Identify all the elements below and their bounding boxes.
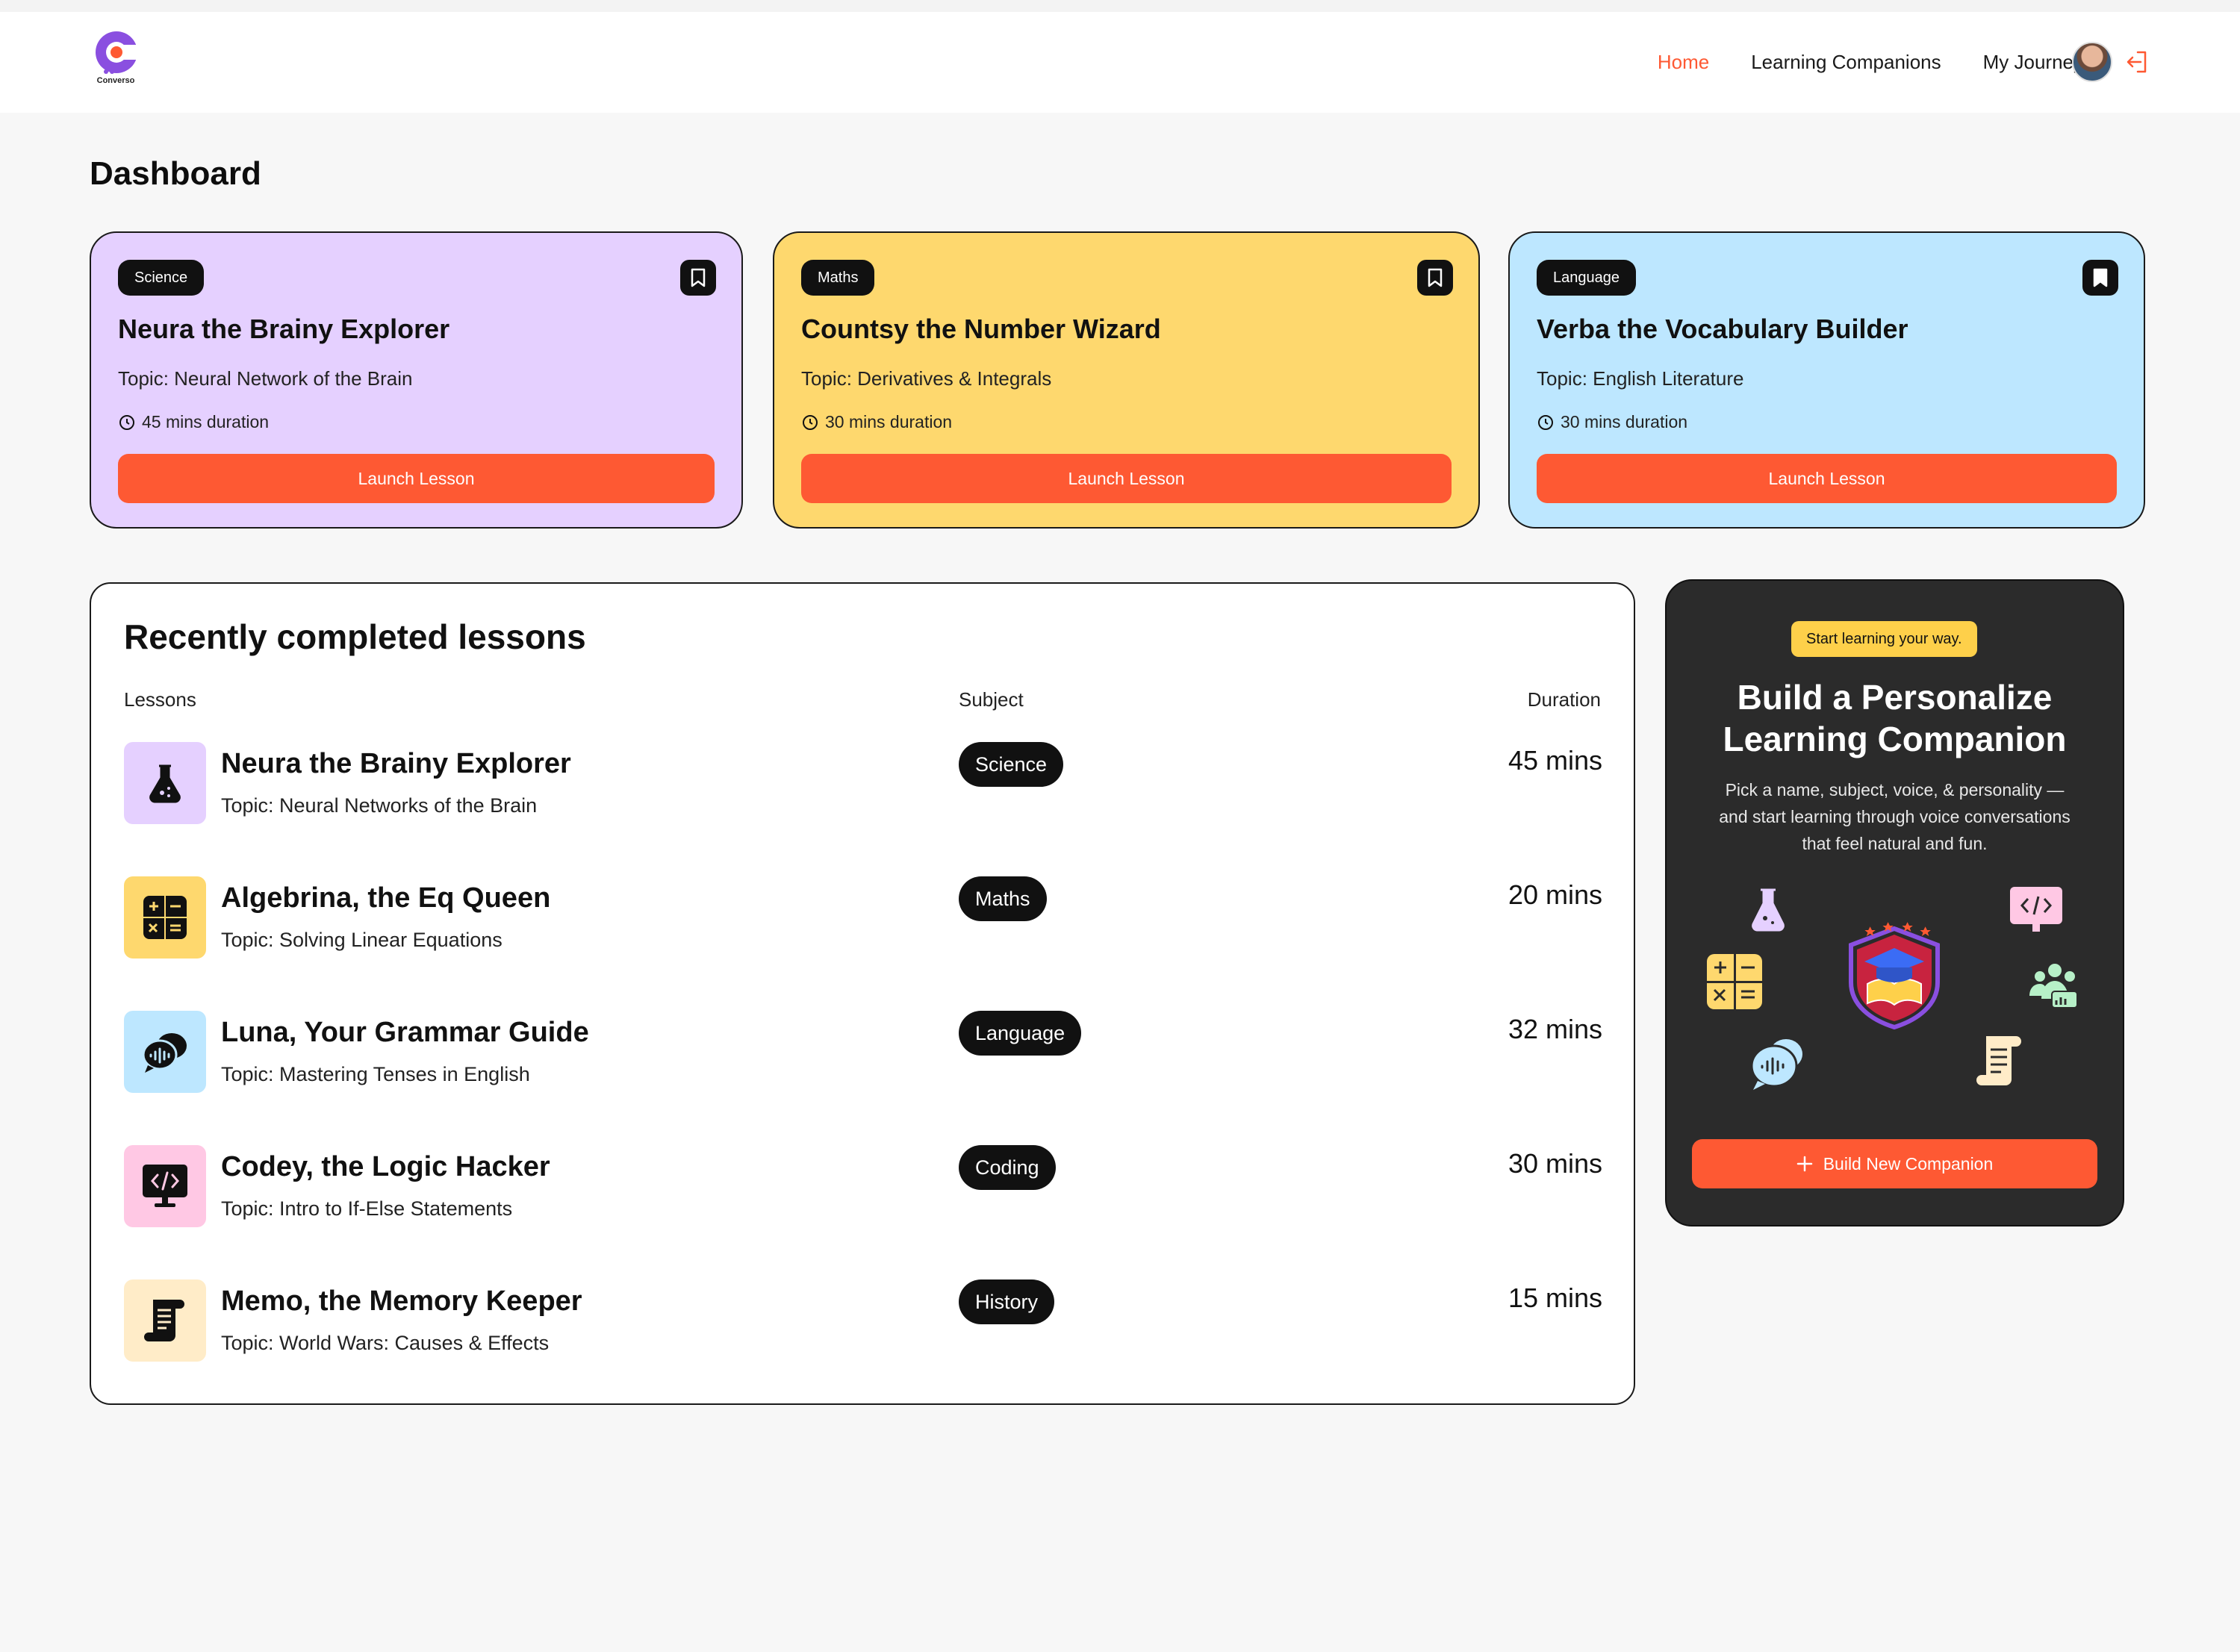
nav-learning-companions[interactable]: Learning Companions: [1751, 51, 1941, 74]
launch-lesson-button[interactable]: Launch Lesson: [801, 454, 1452, 503]
subject-badge: History: [959, 1279, 1055, 1324]
flask-icon: [124, 742, 206, 824]
column-header-duration: Duration: [1527, 688, 1601, 711]
lesson-name: Memo, the Memory Keeper: [221, 1285, 582, 1317]
companion-duration: 30 mins duration: [801, 412, 952, 432]
duration-text: 30 mins duration: [825, 412, 953, 431]
lesson-topic: Topic: Neural Networks of the Brain: [221, 794, 538, 817]
lesson-name: Algebrina, the Eq Queen: [221, 882, 551, 914]
lesson-duration: 45 mins: [1508, 745, 1602, 776]
cta-pill: Start learning your way.: [1791, 621, 1977, 657]
nav-my-journey[interactable]: My Journey: [1983, 51, 2083, 74]
graduation-badge-icon: [1849, 922, 1940, 1030]
bookmark-button[interactable]: [2082, 260, 2118, 296]
lesson-duration: 30 mins: [1508, 1148, 1602, 1179]
companion-card-science: Science Neura the Brainy Explorer Topic:…: [90, 231, 743, 529]
companion-card-language: Language Verba the Vocabulary Builder To…: [1508, 231, 2145, 529]
bookmark-icon: [1428, 268, 1443, 287]
lesson-topic: Topic: Intro to If-Else Statements: [221, 1197, 513, 1220]
calculator-icon: [124, 876, 206, 959]
duration-text: 30 mins duration: [1561, 412, 1688, 431]
lesson-row[interactable]: Codey, the Logic Hacker Topic: Intro to …: [124, 1145, 1602, 1227]
recent-lessons-title: Recently completed lessons: [124, 617, 586, 656]
page-title: Dashboard: [90, 155, 261, 192]
subject-badge: Maths: [959, 876, 1047, 921]
launch-lesson-button[interactable]: Launch Lesson: [118, 454, 715, 503]
clock-icon: [119, 414, 134, 430]
lesson-row[interactable]: Memo, the Memory Keeper Topic: World War…: [124, 1279, 1602, 1362]
chat-bubbles-icon: [1750, 1039, 1802, 1090]
lesson-name: Neura the Brainy Explorer: [221, 748, 571, 779]
logo-text: Converso: [96, 76, 135, 85]
column-header-lessons: Lessons: [124, 688, 196, 711]
lesson-row[interactable]: Luna, Your Grammar Guide Topic: Masterin…: [124, 1011, 1602, 1093]
companion-title: Verba the Vocabulary Builder: [1537, 314, 1908, 344]
companion-topic: Topic: Derivatives & Integrals: [801, 367, 1052, 390]
flask-icon: [1752, 888, 1785, 932]
companion-title: Countsy the Number Wizard: [801, 314, 1161, 344]
companion-duration: 30 mins duration: [1537, 412, 1687, 432]
subject-badge: Language: [959, 1011, 1082, 1056]
companion-duration: 45 mins duration: [118, 412, 269, 432]
nav-links: Home Learning Companions My Journey: [1658, 12, 2240, 113]
build-new-companion-button[interactable]: Build New Companion: [1692, 1139, 2097, 1188]
companion-card-maths: Maths Countsy the Number Wizard Topic: D…: [773, 231, 1480, 529]
companion-title: Neura the Brainy Explorer: [118, 314, 450, 344]
bookmark-icon: [691, 268, 706, 287]
chat-bubbles-icon: [124, 1011, 206, 1093]
user-avatar[interactable]: [2072, 42, 2112, 82]
lesson-duration: 20 mins: [1508, 879, 1602, 910]
clock-icon: [1538, 414, 1553, 430]
code-monitor-icon: [124, 1145, 206, 1227]
subject-badge: Coding: [959, 1145, 1056, 1190]
build-companion-cta: Start learning your way. Build a Persona…: [1665, 579, 2124, 1226]
lesson-duration: 15 mins: [1508, 1282, 1602, 1313]
top-strip: [0, 0, 2240, 12]
clock-icon: [803, 414, 818, 430]
column-header-subject: Subject: [959, 688, 1024, 711]
lesson-row[interactable]: Algebrina, the Eq Queen Topic: Solving L…: [124, 876, 1602, 959]
lesson-topic: Topic: Solving Linear Equations: [221, 929, 503, 951]
bookmark-button[interactable]: [1417, 260, 1453, 296]
lesson-topic: Topic: World Wars: Causes & Effects: [221, 1332, 550, 1354]
bookmark-button[interactable]: [680, 260, 716, 296]
recent-lessons-panel: Recently completed lessons Lessons Subje…: [90, 582, 1635, 1405]
lesson-topic: Topic: Mastering Tenses in English: [221, 1063, 530, 1085]
subject-tag: Maths: [801, 260, 875, 296]
community-icon: [2029, 964, 2078, 1009]
subject-badge: Science: [959, 742, 1064, 787]
logout-icon[interactable]: [2124, 49, 2150, 75]
subject-tag: Science: [118, 260, 205, 296]
lesson-row[interactable]: Neura the Brainy Explorer Topic: Neural …: [124, 742, 1602, 824]
scroll-icon: [1976, 1036, 2021, 1085]
cta-heading: Build a Personalize Learning Companion: [1723, 678, 2067, 758]
nav-home[interactable]: Home: [1658, 51, 1709, 74]
companion-topic: Topic: Neural Network of the Brain: [118, 367, 413, 390]
cta-illustration: [1707, 887, 2078, 1090]
scroll-icon: [124, 1279, 206, 1362]
companion-topic: Topic: English Literature: [1537, 367, 1744, 390]
lesson-name: Luna, Your Grammar Guide: [221, 1017, 589, 1048]
cta-description: Pick a name, subject, voice, & personali…: [1719, 780, 2071, 853]
calculator-icon: [1707, 954, 1762, 1009]
code-monitor-icon: [2010, 887, 2062, 932]
launch-lesson-button[interactable]: Launch Lesson: [1537, 454, 2117, 503]
lesson-name: Codey, the Logic Hacker: [221, 1151, 550, 1182]
duration-text: 45 mins duration: [142, 412, 270, 431]
build-new-companion-label: Build New Companion: [1823, 1153, 1994, 1173]
lesson-duration: 32 mins: [1508, 1014, 1602, 1044]
bookmark-filled-icon: [2093, 268, 2108, 287]
subject-tag: Language: [1537, 260, 1636, 296]
plus-icon: [1796, 1156, 1812, 1172]
